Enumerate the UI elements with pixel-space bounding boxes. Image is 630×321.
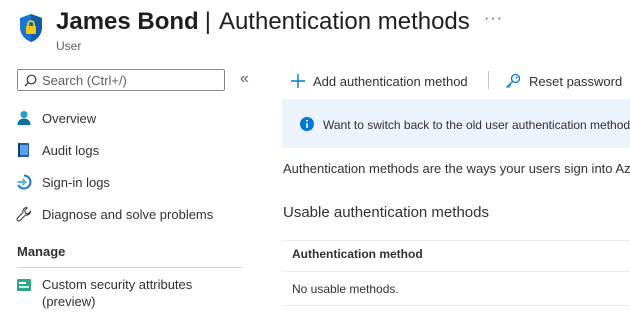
add-authentication-method-button[interactable]: Add authentication method [291,71,468,91]
more-options-button[interactable]: ··· [484,10,503,28]
wrench-icon [16,206,32,222]
info-icon [300,117,314,131]
search-input[interactable] [42,71,220,89]
page-title: James Bond | Authentication methods [56,6,470,38]
sidebar-item-audit-logs[interactable]: Audit logs [16,138,246,162]
page-subtitle: User [56,39,82,53]
table-empty-message: No usable methods. [292,282,399,296]
sidebar-section-manage: Manage [17,244,66,259]
collapse-sidebar-button[interactable]: « [240,70,249,88]
user-name: James Bond [56,8,199,35]
blade-title: Authentication methods [218,8,470,35]
section-title: Usable authentication methods [283,204,489,221]
sidebar-search[interactable] [17,69,225,91]
user-shield-icon [20,14,42,42]
user-icon [17,111,31,125]
plus-icon [291,74,305,88]
section-divider [17,267,242,268]
page-description: Authentication methods are the ways your… [283,161,630,176]
sidebar-item-overview[interactable]: Overview [16,106,246,130]
banner-message: Want to switch back to the old user auth… [323,118,630,132]
search-icon [24,74,37,87]
title-separator: | [204,8,211,35]
add-authentication-method-label: Add authentication method [313,73,468,89]
reset-password-button[interactable]: Reset password [505,71,622,91]
sidebar-item-label: Diagnose and solve problems [42,206,214,222]
sidebar-item-custom-security-attributes[interactable]: Custom security attributes (preview) [16,276,246,310]
table-header-authentication-method[interactable]: Authentication method [292,247,423,261]
sidebar-item-label: Sign-in logs [42,174,110,190]
table-divider [282,305,630,306]
info-banner[interactable]: Want to switch back to the old user auth… [282,99,630,148]
toolbar-divider [488,71,489,89]
audit-log-icon [18,143,29,157]
security-attributes-icon [17,279,31,291]
sidebar-item-diagnose[interactable]: Diagnose and solve problems [16,202,246,226]
table-divider [282,240,630,241]
sidebar-item-label: Custom security attributes (preview) [42,277,193,309]
reset-password-label: Reset password [529,73,623,89]
sidebar-item-label: Overview [42,110,97,126]
key-icon [506,73,521,88]
sidebar-item-sign-in-logs[interactable]: Sign-in logs [16,170,246,194]
sign-in-icon [17,174,32,190]
table-divider [282,271,630,272]
sidebar-item-label: Audit logs [42,142,100,158]
